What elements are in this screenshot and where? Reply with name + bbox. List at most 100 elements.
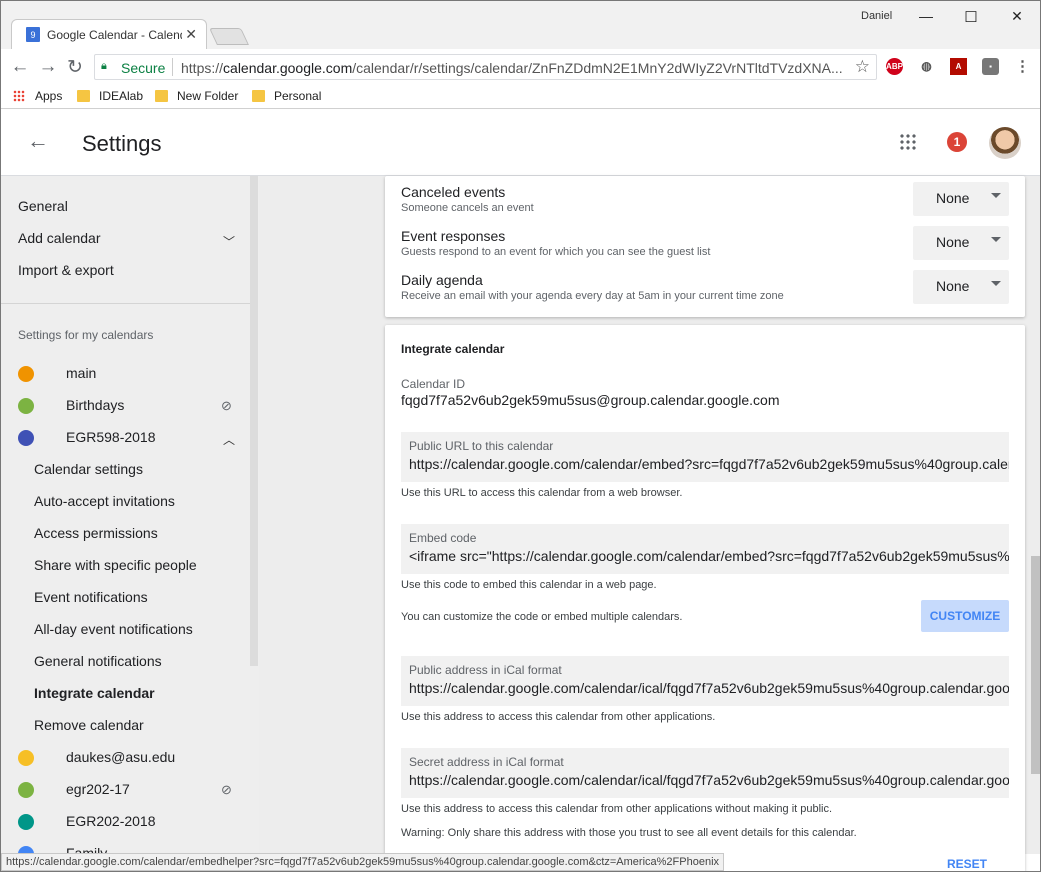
sidebar-calendar-daukes[interactable]: daukes@asu.edu: [66, 749, 175, 765]
event-responses-sub: Guests respond to an event for which you…: [401, 246, 711, 258]
ical-public-field[interactable]: Public address in iCal format https://ca…: [401, 656, 1009, 706]
url-host: calendar.google.com: [223, 60, 353, 76]
bookmark-idealab[interactable]: IDEAlab: [77, 89, 143, 103]
sidebar-calendar-egr202-2018[interactable]: EGR202-2018: [66, 813, 156, 829]
event-responses-select[interactable]: None: [913, 226, 1009, 260]
url-path: /calendar/r/settings/calendar/ZnFnZDdmN2…: [352, 60, 843, 76]
profile-name[interactable]: Daniel: [861, 10, 892, 22]
sidebar-calendar-birthdays[interactable]: Birthdays: [66, 397, 124, 413]
ical-secret-help: Use this address to access this calendar…: [401, 803, 833, 815]
daily-agenda-sub: Receive an email with your agenda every …: [401, 290, 784, 302]
app-header: ← Settings 1: [1, 110, 1040, 176]
reload-icon[interactable]: ↻: [64, 56, 86, 79]
sidebar-calendar-main[interactable]: main: [66, 365, 96, 381]
tab-close-icon[interactable]: ✕: [185, 26, 197, 43]
close-window-icon[interactable]: ✕: [1007, 8, 1027, 25]
sidebar-item-share-people[interactable]: Share with specific people: [34, 557, 197, 573]
maximize-icon[interactable]: ☐: [961, 8, 981, 26]
sidebar-calendar-egr598[interactable]: EGR598-2018: [66, 429, 156, 445]
dropdown-arrow-icon: [991, 281, 1001, 286]
tab-title: Google Calendar - Calendar: [47, 28, 182, 42]
bookmark-new-folder[interactable]: New Folder: [155, 89, 238, 103]
menu-dots-icon[interactable]: ⋮: [1014, 58, 1031, 75]
back-arrow-icon[interactable]: ←: [27, 128, 49, 154]
calendar-color-dot: [18, 430, 34, 446]
ical-secret-field[interactable]: Secret address in iCal format https://ca…: [401, 748, 1009, 798]
sidebar-item-general-notifications[interactable]: General notifications: [34, 653, 162, 669]
folder-icon: [77, 90, 90, 102]
secure-label: Secure: [121, 60, 166, 76]
sidebar-item-integrate-calendar[interactable]: Integrate calendar: [34, 685, 155, 701]
calendar-color-dot: [18, 782, 34, 798]
browser-window: 9 Google Calendar - Calendar ✕ Daniel — …: [0, 0, 1041, 872]
reset-button[interactable]: RESET: [947, 857, 987, 871]
sidebar-item-allday-notifications[interactable]: All-day event notifications: [34, 621, 193, 637]
back-icon[interactable]: ←: [9, 56, 31, 78]
embed-code-field[interactable]: Embed code <iframe src="https://calendar…: [401, 524, 1009, 574]
browser-tab[interactable]: 9 Google Calendar - Calendar ✕: [11, 19, 207, 49]
new-tab-button[interactable]: [209, 28, 249, 45]
adblock-icon[interactable]: ABP: [886, 58, 903, 75]
sidebar-item-add-calendar[interactable]: Add calendar: [18, 230, 101, 246]
ical-secret-warning: Warning: Only share this address with th…: [401, 827, 857, 839]
hidden-eye-icon[interactable]: ⊘: [221, 782, 239, 797]
bookmark-personal-label: Personal: [274, 89, 322, 103]
address-bar[interactable]: 🔒︎ Secure https://calendar.google.com/ca…: [94, 54, 877, 80]
pdf-icon[interactable]: A: [950, 58, 967, 75]
embed-code-label: Embed code: [409, 531, 477, 545]
chevron-down-icon[interactable]: ﹀: [223, 233, 235, 250]
bookmark-personal[interactable]: Personal: [252, 89, 321, 103]
sidebar-item-import-export[interactable]: Import & export: [18, 262, 114, 278]
integrate-section-title: Integrate calendar: [401, 342, 505, 356]
calendar-favicon-icon: 9: [26, 27, 40, 42]
sidebar-scrollbar[interactable]: [250, 176, 258, 666]
url-text[interactable]: https://calendar.google.com/calendar/r/s…: [181, 60, 851, 76]
calendar-color-dot: [18, 750, 34, 766]
sidebar-item-access-permissions[interactable]: Access permissions: [34, 525, 158, 541]
main-scrollbar[interactable]: [1031, 556, 1040, 774]
page-title: Settings: [82, 131, 162, 156]
calendar-color-dot: [18, 398, 34, 414]
daily-agenda-title: Daily agenda: [401, 272, 483, 288]
title-bar: 9 Google Calendar - Calendar ✕ Daniel — …: [1, 1, 1040, 49]
embed-code-value: <iframe src="https://calendar.google.com…: [409, 548, 1009, 564]
bookmark-apps[interactable]: Apps: [13, 89, 62, 103]
calendar-color-dot: [18, 366, 34, 382]
bookmarks-bar: Apps IDEAlab New Folder Personal: [1, 85, 1040, 109]
ical-public-help: Use this address to access this calendar…: [401, 711, 716, 723]
bookmark-new-folder-label: New Folder: [177, 89, 239, 103]
sidebar-calendar-egr202-17[interactable]: egr202-17: [66, 781, 130, 797]
omnibox-separator: [172, 58, 173, 76]
sidebar-item-remove-calendar[interactable]: Remove calendar: [34, 717, 144, 733]
notification-badge[interactable]: 1: [947, 132, 967, 152]
sidebar-item-calendar-settings[interactable]: Calendar settings: [34, 461, 143, 477]
public-url-value: https://calendar.google.com/calendar/emb…: [409, 456, 1009, 472]
daily-agenda-select[interactable]: None: [913, 270, 1009, 304]
sidebar-section-label: Settings for my calendars: [18, 328, 154, 342]
hide-extension-icon[interactable]: ◍: [918, 58, 935, 75]
sidebar-item-auto-accept[interactable]: Auto-accept invitations: [34, 493, 175, 509]
dropdown-arrow-icon: [991, 237, 1001, 242]
canceled-events-select[interactable]: None: [913, 182, 1009, 216]
sidebar-item-general[interactable]: General: [18, 198, 68, 214]
hidden-eye-icon[interactable]: ⊘: [221, 398, 239, 413]
forward-icon[interactable]: →: [37, 56, 59, 78]
apps-grid-icon: [13, 90, 25, 102]
public-url-field[interactable]: Public URL to this calendar https://cale…: [401, 432, 1009, 482]
canceled-events-sub: Someone cancels an event: [401, 202, 534, 214]
apps-launcher-icon[interactable]: [899, 133, 917, 151]
folder-icon: [252, 90, 265, 102]
extension-icon[interactable]: ▪: [982, 58, 999, 75]
bookmark-star-icon[interactable]: ☆: [855, 57, 870, 77]
sidebar-divider: [1, 303, 250, 304]
sidebar-item-event-notifications[interactable]: Event notifications: [34, 589, 148, 605]
avatar[interactable]: [989, 127, 1021, 159]
minimize-icon[interactable]: —: [916, 8, 936, 24]
customize-button[interactable]: CUSTOMIZE: [921, 600, 1009, 632]
url-scheme: https://: [181, 60, 224, 76]
calendar-color-dot: [18, 814, 34, 830]
public-url-help: Use this URL to access this calendar fro…: [401, 487, 683, 499]
lock-icon: 🔒︎: [101, 60, 107, 72]
chevron-up-icon[interactable]: ︿: [223, 431, 235, 448]
dropdown-arrow-icon: [991, 193, 1001, 198]
